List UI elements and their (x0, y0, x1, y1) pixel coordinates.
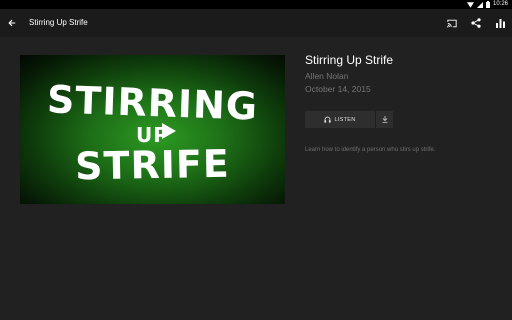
back-button[interactable] (5, 16, 19, 30)
toolbar-actions (445, 16, 507, 30)
battery-icon (485, 1, 490, 8)
page-title: Stirring Up Strife (29, 18, 88, 27)
cast-button[interactable] (445, 16, 459, 30)
artwork-text-line3: STRIFE (74, 141, 231, 189)
episode-author: Allen Nolan (305, 71, 349, 81)
listen-download-group: LISTEN (305, 111, 393, 128)
share-button[interactable] (469, 16, 483, 30)
stats-button[interactable] (493, 16, 507, 30)
download-icon (382, 116, 387, 123)
episode-description: Learn how to identify a person who stirs… (305, 147, 436, 153)
signal-icon (476, 1, 483, 8)
play-icon (162, 123, 176, 139)
share-icon (471, 18, 481, 28)
wifi-icon (466, 1, 474, 8)
listen-label: LISTEN (334, 116, 356, 123)
app-bar: Stirring Up Strife (0, 9, 512, 37)
artwork-text-line1: STIRRING (46, 77, 259, 129)
bar-chart-icon (495, 18, 505, 28)
play-button[interactable] (158, 120, 180, 142)
episode-title: Stirring Up Strife (305, 53, 394, 67)
listen-button[interactable]: LISTEN (305, 111, 375, 128)
status-icons: 10:26 (466, 0, 508, 9)
arrow-back-icon (8, 19, 16, 27)
download-button[interactable] (376, 111, 393, 128)
cast-icon (447, 19, 457, 27)
episode-artwork[interactable]: STIRRING UP STRIFE (20, 55, 285, 204)
headphones-icon (324, 116, 332, 123)
status-time: 10:26 (492, 1, 508, 7)
status-bar: 10:26 (0, 0, 512, 9)
episode-date: October 14, 2015 (305, 84, 371, 94)
